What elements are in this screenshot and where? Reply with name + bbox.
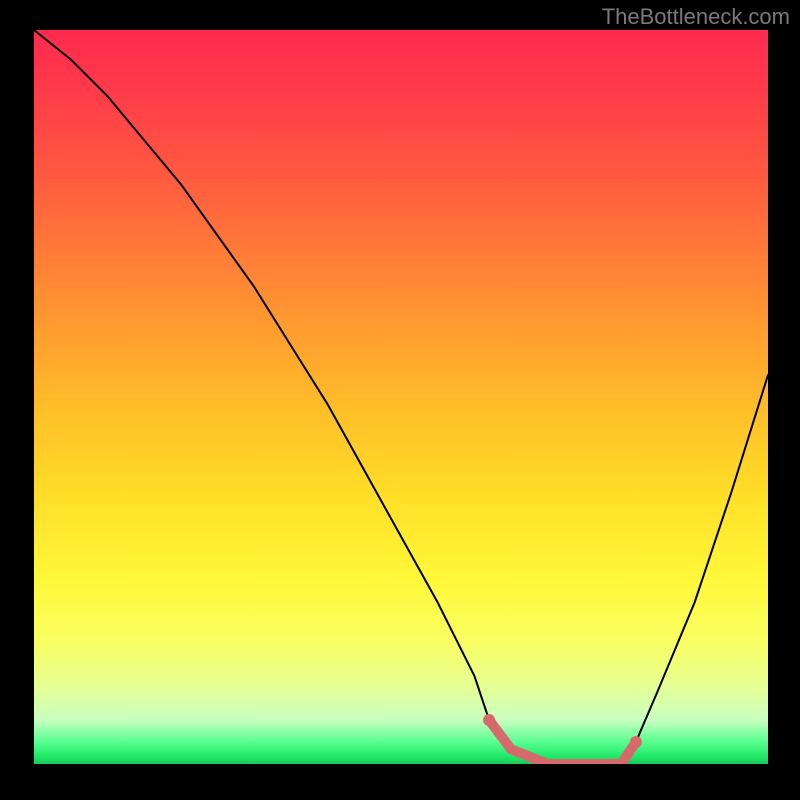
chart-plot-area [34, 30, 768, 764]
bottleneck-curve-path [34, 30, 768, 764]
optimal-range-highlight [489, 720, 636, 764]
highlight-dot-left [483, 714, 495, 726]
watermark-text: TheBottleneck.com [602, 4, 790, 30]
highlight-dot-right [630, 736, 642, 748]
chart-svg [34, 30, 768, 764]
